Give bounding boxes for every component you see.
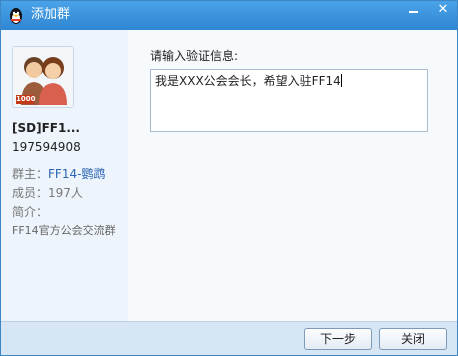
add-group-dialog: 添加群 ✕ 1000 [SD]FF1... 197594908 群主：FF14-… [0,0,458,356]
members-label: 成员： [12,186,49,200]
verification-prompt: 请输入验证信息: [150,49,239,63]
dialog-footer: 下一步 关闭 [1,321,457,355]
minimize-button[interactable] [399,1,427,21]
member-limit-badge: 1000 [16,95,36,104]
close-window-button[interactable]: ✕ [429,1,457,21]
text-caret [340,74,342,87]
window-title: 添加群 [31,7,71,22]
group-owner-row: 群主：FF14-鹦鹉 [12,165,105,182]
next-step-button[interactable]: 下一步 [304,328,372,350]
verification-message-input[interactable]: 我是XXX公会会长，希望入驻FF14 [150,69,428,132]
verification-message-text: 我是XXX公会会长，希望入驻FF14 [155,74,341,88]
group-info-panel: 1000 [SD]FF1... 197594908 群主：FF14-鹦鹉 成员：… [1,30,128,322]
group-avatar: 1000 [12,46,74,108]
owner-label: 群主： [12,167,49,181]
minimize-icon [408,11,418,13]
qq-penguin-icon [10,8,22,24]
intro-label: 简介： [12,205,49,219]
title-bar[interactable]: 添加群 ✕ [1,1,457,30]
group-name: [SD]FF1... [12,121,80,135]
close-icon: ✕ [437,2,449,17]
owner-link[interactable]: FF14-鹦鹉 [48,167,105,181]
group-id: 197594908 [12,140,81,154]
members-value: 197人 [48,186,83,200]
close-button[interactable]: 关闭 [379,328,447,350]
intro-text: FF14官方公会交流群 [12,224,116,237]
member-count-row: 成员：197人 [12,184,83,201]
